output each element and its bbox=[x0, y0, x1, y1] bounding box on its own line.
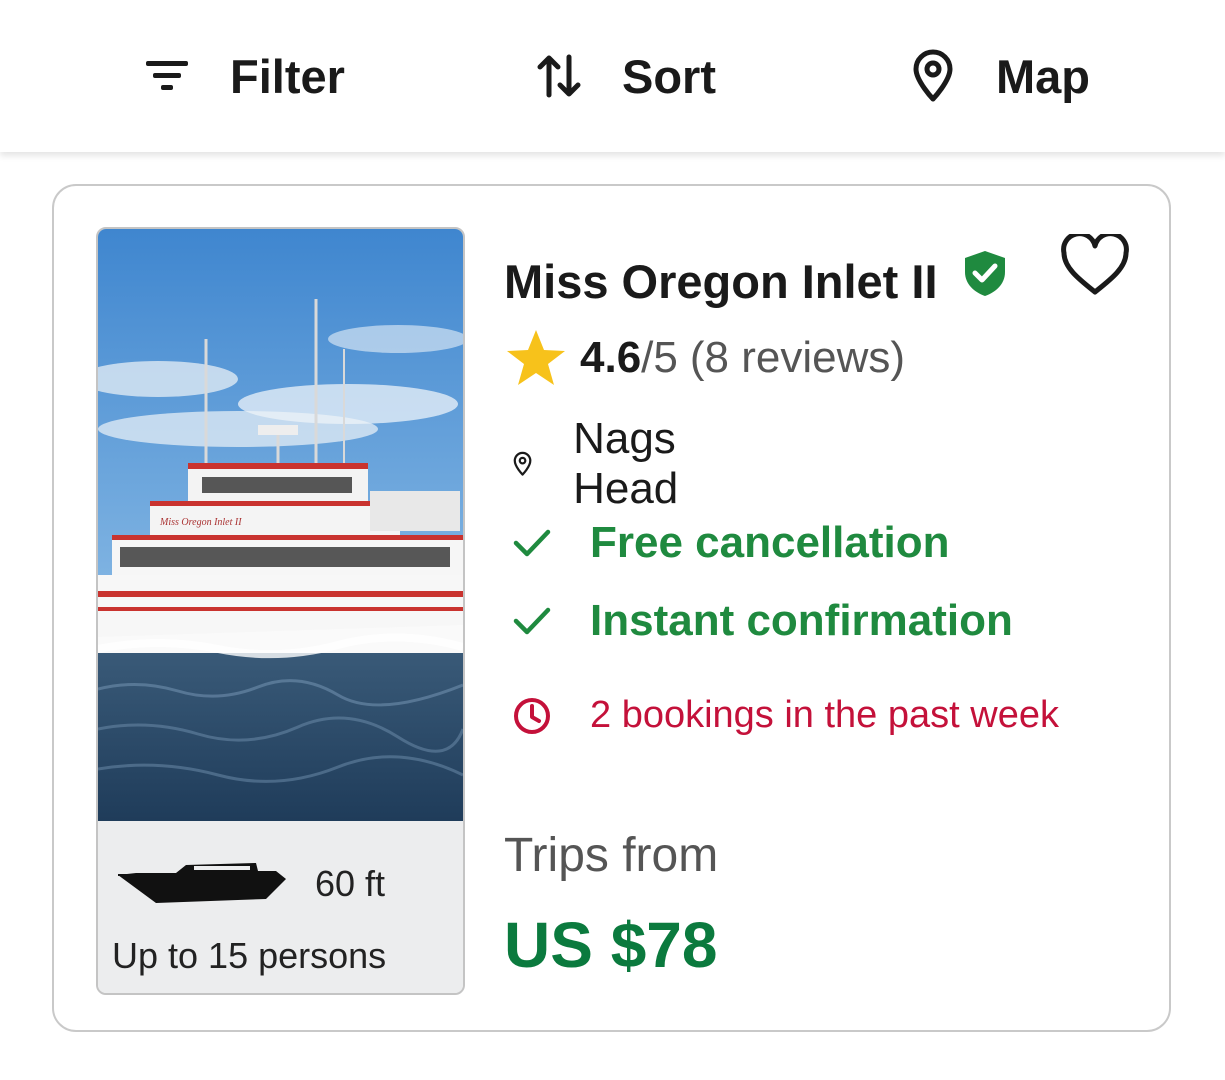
boat-length: 60 ft bbox=[315, 863, 386, 904]
feature-label: Free cancellation bbox=[590, 518, 950, 567]
check-icon bbox=[513, 607, 551, 635]
boat-capacity: Up to 15 persons bbox=[112, 935, 387, 976]
map-label: Map bbox=[996, 49, 1090, 103]
sort-label: Sort bbox=[622, 49, 716, 103]
feature-instant-confirmation: Instant confirmation bbox=[512, 596, 1013, 646]
boat-silhouette-icon bbox=[118, 863, 286, 903]
map-pin-icon bbox=[513, 451, 532, 476]
feature-label: Instant confirmation bbox=[590, 596, 1013, 645]
check-icon bbox=[513, 529, 551, 557]
heart-outline-icon[interactable] bbox=[1060, 231, 1130, 303]
price-value: US $78 bbox=[504, 909, 718, 981]
svg-text:Miss Oregon Inlet II: Miss Oregon Inlet II bbox=[159, 517, 242, 528]
feature-free-cancellation: Free cancellation bbox=[512, 518, 949, 568]
filter-label: Filter bbox=[230, 49, 345, 103]
clock-icon bbox=[514, 697, 550, 734]
map-pin-icon bbox=[906, 49, 960, 103]
rating-row[interactable]: 4.6 /5 (8 reviews) bbox=[504, 326, 905, 390]
map-button[interactable]: Map bbox=[906, 40, 1090, 112]
bookings-label: 2 bookings in the past week bbox=[590, 694, 1059, 736]
location-label: Nags Head bbox=[573, 414, 679, 513]
boat-specs: 60 ft Up to 15 persons bbox=[98, 821, 463, 993]
rating-value: 4.6 bbox=[580, 333, 642, 382]
filter-button[interactable]: Filter bbox=[140, 40, 345, 112]
toolbar: Filter Sort Map bbox=[0, 0, 1225, 152]
filter-icon bbox=[140, 49, 194, 103]
listing-card[interactable]: Miss Oregon Inlet II 60 ft Up to 15 pers… bbox=[52, 184, 1171, 1032]
review-count: (8 reviews) bbox=[689, 333, 906, 382]
sort-button[interactable]: Sort bbox=[532, 40, 716, 112]
sort-arrows-icon bbox=[532, 49, 586, 103]
recent-bookings: 2 bookings in the past week bbox=[512, 694, 1059, 737]
listing-title[interactable]: Miss Oregon Inlet II bbox=[504, 254, 938, 309]
shield-check-icon bbox=[960, 248, 1010, 303]
rating-scale: /5 bbox=[641, 333, 678, 382]
price-caption: Trips from bbox=[504, 829, 719, 882]
location-row: Nags Head bbox=[512, 414, 695, 514]
star-icon bbox=[507, 330, 565, 385]
boat-photo: Miss Oregon Inlet II bbox=[98, 229, 463, 821]
listing-photo-panel[interactable]: Miss Oregon Inlet II 60 ft Up to 15 pers… bbox=[96, 227, 465, 995]
